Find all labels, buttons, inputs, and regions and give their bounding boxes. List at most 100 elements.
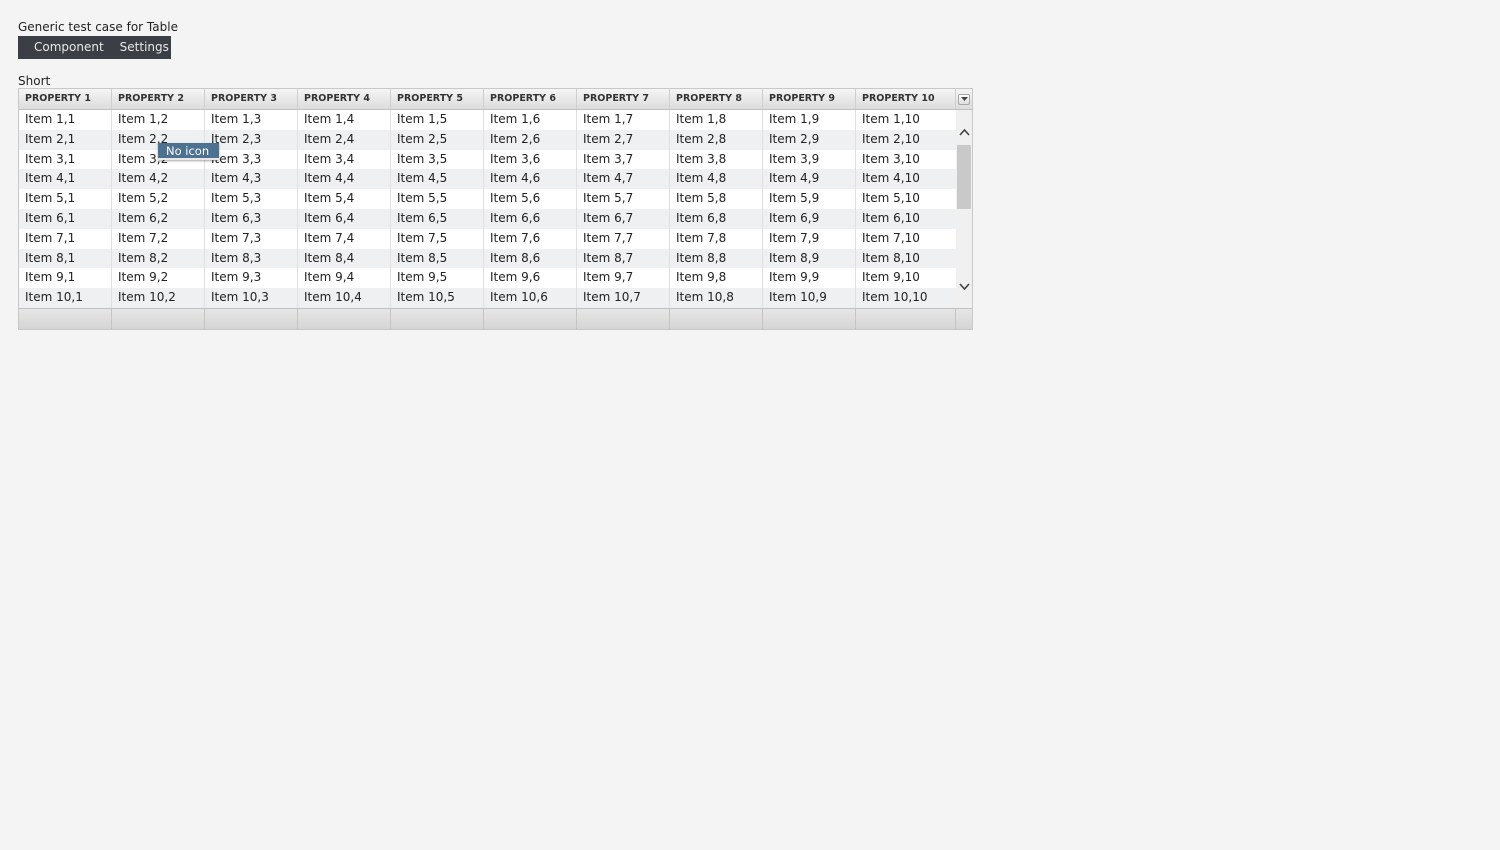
footer-cell bbox=[112, 309, 205, 329]
menu-item-component[interactable]: Component bbox=[26, 36, 112, 59]
table-cell: Item 4,7 bbox=[577, 169, 670, 190]
table-cell: Item 8,1 bbox=[19, 248, 112, 269]
table-cell: Item 10,9 bbox=[763, 288, 856, 308]
table-cell: Item 1,3 bbox=[205, 110, 298, 130]
table-cell: Item 4,4 bbox=[298, 169, 391, 190]
column-header[interactable]: PROPERTY 4 bbox=[298, 89, 391, 109]
table-cell: Item 10,2 bbox=[112, 288, 205, 308]
table-cell: Item 5,9 bbox=[763, 189, 856, 209]
chevron-down-icon bbox=[960, 97, 968, 101]
table-cell: Item 9,4 bbox=[298, 268, 391, 289]
table-row[interactable]: Item 9,1 Item 9,2 Item 9,3 Item 9,4 Item 9,5… bbox=[19, 268, 956, 289]
table-body: Item 1,1 Item 1,2 Item 1,3 Item 1,4 Item 1,5… bbox=[19, 110, 956, 308]
footer-cell bbox=[956, 309, 972, 329]
table-row[interactable]: Item 8,1 Item 8,2 Item 8,3 Item 8,4 Item 8,5… bbox=[19, 248, 956, 269]
table-cell: Item 9,10 bbox=[862, 270, 920, 285]
table-cell: Item 7,8 bbox=[670, 228, 763, 249]
table-row[interactable]: Item 1,1 Item 1,2 Item 1,3 Item 1,4 Item 1,5… bbox=[19, 110, 956, 130]
column-header[interactable]: PROPERTY 10 bbox=[856, 89, 956, 109]
table-cell: Item 3,8 bbox=[670, 149, 763, 170]
table-cell: Item 9,9 bbox=[763, 268, 856, 289]
table-cell: Item 5,8 bbox=[670, 189, 763, 209]
vertical-scrollbar[interactable] bbox=[956, 110, 972, 308]
table-cell: Item 9,8 bbox=[670, 268, 763, 289]
footer-cell bbox=[205, 309, 298, 329]
footer-cell bbox=[763, 309, 856, 329]
table-cell: Item 2,6 bbox=[484, 129, 577, 150]
scroll-up-button[interactable] bbox=[956, 122, 972, 142]
table-cell: Item 9,3 bbox=[205, 268, 298, 289]
table-cell: Item 6,9 bbox=[763, 208, 856, 229]
column-menu-cell bbox=[956, 89, 972, 109]
table-cell: Item 3,1 bbox=[19, 149, 112, 170]
table-row[interactable]: Item 10,1 Item 10,2 Item 10,3 Item 10,4 Item… bbox=[19, 288, 956, 308]
footer-cell bbox=[391, 309, 484, 329]
column-header[interactable]: PROPERTY 5 bbox=[391, 89, 484, 109]
table-cell: Item 5,2 bbox=[112, 189, 205, 209]
column-header[interactable]: PROPERTY 8 bbox=[670, 89, 763, 109]
column-header[interactable]: PROPERTY 9 bbox=[763, 89, 856, 109]
table-cell: Item 7,9 bbox=[763, 228, 856, 249]
table-cell: Item 9,1 bbox=[19, 268, 112, 289]
table-cell: Item 10,7 bbox=[577, 288, 670, 308]
table-row[interactable]: Item 7,1 Item 7,2 Item 7,3 Item 7,4 Item 7,5… bbox=[19, 228, 956, 249]
table-cell: Item 3,4 bbox=[298, 149, 391, 170]
table-cell: Item 4,9 bbox=[763, 169, 856, 190]
table-cell: Item 7,5 bbox=[391, 228, 484, 249]
table-cell: Item 2,1 bbox=[19, 129, 112, 150]
table-cell: Item 9,5 bbox=[391, 268, 484, 289]
table-cell: Item 3,5 bbox=[391, 149, 484, 170]
table-cell: Item 6,5 bbox=[391, 208, 484, 229]
tooltip: No icon bbox=[158, 143, 219, 160]
table-cell: Item 1,9 bbox=[763, 110, 856, 130]
table-cell: Item 6,1 bbox=[19, 208, 112, 229]
column-header[interactable]: PROPERTY 1 bbox=[19, 89, 112, 109]
table-cell: Item 3,9 bbox=[763, 149, 856, 170]
table-cell: Item 6,4 bbox=[298, 208, 391, 229]
table-cell: Item 7,3 bbox=[205, 228, 298, 249]
footer-cell bbox=[298, 309, 391, 329]
table-cell: Item 3,6 bbox=[484, 149, 577, 170]
scroll-thumb[interactable] bbox=[957, 145, 971, 209]
table-cell: Item 4,2 bbox=[112, 169, 205, 190]
column-header[interactable]: PROPERTY 7 bbox=[577, 89, 670, 109]
table-cell: Item 2,10 bbox=[862, 131, 920, 146]
data-table: PROPERTY 1 PROPERTY 2 PROPERTY 3 PROPERTY 4… bbox=[18, 88, 973, 330]
footer-cell bbox=[577, 309, 670, 329]
table-cell: Item 5,7 bbox=[577, 189, 670, 209]
table-cell: Item 5,5 bbox=[391, 189, 484, 209]
table-row[interactable]: Item 5,1 Item 5,2 Item 5,3 Item 5,4 Item 5,5… bbox=[19, 189, 956, 209]
table-cell: Item 8,5 bbox=[391, 248, 484, 269]
footer-cell bbox=[19, 309, 112, 329]
table-cell: Item 7,4 bbox=[298, 228, 391, 249]
table-cell: Item 9,2 bbox=[112, 268, 205, 289]
column-header[interactable]: PROPERTY 3 bbox=[205, 89, 298, 109]
footer-cell bbox=[670, 309, 763, 329]
table-cell: Item 4,8 bbox=[670, 169, 763, 190]
table-cell: Item 7,10 bbox=[862, 230, 920, 245]
column-menu-button[interactable] bbox=[958, 93, 970, 105]
table-cell: Item 8,6 bbox=[484, 248, 577, 269]
page-title: Generic test case for Table bbox=[18, 20, 178, 34]
table-row[interactable]: Item 4,1 Item 4,2 Item 4,3 Item 4,4 Item 4,5… bbox=[19, 169, 956, 190]
menubar: Component Settings bbox=[18, 36, 171, 59]
column-header[interactable]: PROPERTY 2 bbox=[112, 89, 205, 109]
table-footer-row bbox=[19, 308, 972, 329]
table-cell: Item 1,5 bbox=[391, 110, 484, 130]
table-cell: Item 7,1 bbox=[19, 228, 112, 249]
table-cell: Item 3,7 bbox=[577, 149, 670, 170]
table-cell: Item 10,1 bbox=[19, 288, 112, 308]
table-cell: Item 4,5 bbox=[391, 169, 484, 190]
chevron-up-icon bbox=[958, 128, 970, 136]
table-cell: Item 5,1 bbox=[19, 189, 112, 209]
table-cell: Item 2,4 bbox=[298, 129, 391, 150]
table-cell: Item 4,10 bbox=[862, 171, 920, 186]
menu-item-settings[interactable]: Settings bbox=[112, 36, 177, 59]
scroll-down-button[interactable] bbox=[956, 277, 972, 297]
table-row[interactable]: Item 6,1 Item 6,2 Item 6,3 Item 6,4 Item 6,5… bbox=[19, 208, 956, 229]
table-cell: Item 1,4 bbox=[298, 110, 391, 130]
table-cell: Item 4,1 bbox=[19, 169, 112, 190]
footer-cell bbox=[484, 309, 577, 329]
table-cell: Item 1,2 bbox=[112, 110, 205, 130]
column-header[interactable]: PROPERTY 6 bbox=[484, 89, 577, 109]
